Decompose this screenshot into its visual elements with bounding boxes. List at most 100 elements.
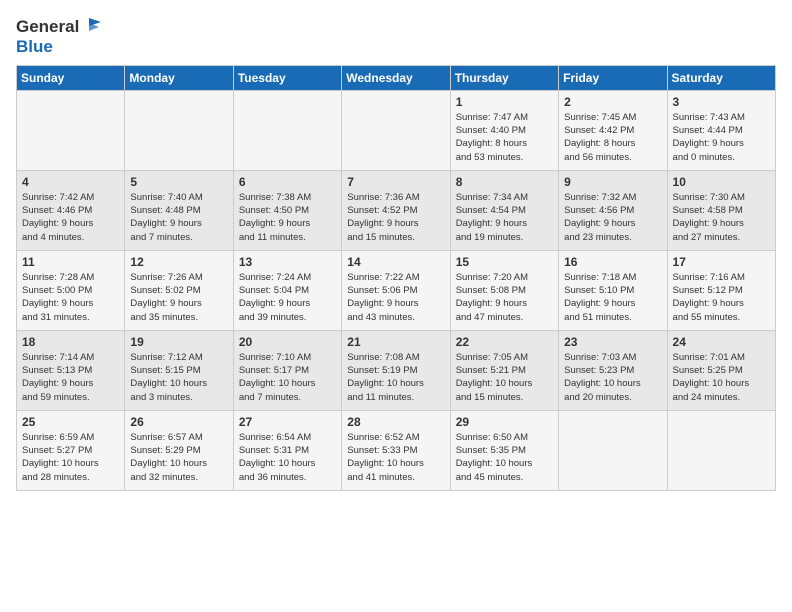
day-number: 28 <box>347 415 444 429</box>
day-number: 1 <box>456 95 553 109</box>
day-cell <box>342 90 450 170</box>
day-number: 24 <box>673 335 770 349</box>
day-info: Sunrise: 7:03 AM Sunset: 5:23 PM Dayligh… <box>564 351 661 404</box>
day-cell: 12Sunrise: 7:26 AM Sunset: 5:02 PM Dayli… <box>125 250 233 330</box>
day-cell: 29 Sunrise: 6:50 AM Sunset: 5:35 PM Dayli… <box>450 410 558 490</box>
day-header-wednesday: Wednesday <box>342 65 450 90</box>
day-info: Sunrise: 7:16 AM Sunset: 5:12 PM Dayligh… <box>673 271 770 324</box>
day-cell: 18 Sunrise: 7:14 AM Sunset: 5:13 PM Dayli… <box>17 330 125 410</box>
day-number: 20 <box>239 335 336 349</box>
day-number: 9 <box>564 175 661 189</box>
day-header-thursday: Thursday <box>450 65 558 90</box>
week-row-2: 4Sunrise: 7:42 AM Sunset: 4:46 PM Daylig… <box>17 170 776 250</box>
day-cell: 13 Sunrise: 7:24 AM Sunset: 5:04 PM Dayli… <box>233 250 341 330</box>
day-cell: 17 Sunrise: 7:16 AM Sunset: 5:12 PM Dayli… <box>667 250 775 330</box>
day-info: Sunrise: 7:34 AM Sunset: 4:54 PM Dayligh… <box>456 191 553 244</box>
day-info: Sunrise: 7:22 AM Sunset: 5:06 PM Dayligh… <box>347 271 444 324</box>
day-info: Sunrise: 7:18 AM Sunset: 5:10 PM Dayligh… <box>564 271 661 324</box>
day-info: Sunrise: 7:01 AM Sunset: 5:25 PM Dayligh… <box>673 351 770 404</box>
logo-text-blue: Blue <box>16 38 103 57</box>
week-row-5: 25 Sunrise: 6:59 AM Sunset: 5:27 PM Dayli… <box>17 410 776 490</box>
day-info: Sunrise: 7:32 AM Sunset: 4:56 PM Dayligh… <box>564 191 661 244</box>
day-number: 17 <box>673 255 770 269</box>
day-info: Sunrise: 7:14 AM Sunset: 5:13 PM Dayligh… <box>22 351 119 404</box>
calendar-table: SundayMondayTuesdayWednesdayThursdayFrid… <box>16 65 776 491</box>
logo-flag-icon <box>81 16 103 38</box>
day-header-monday: Monday <box>125 65 233 90</box>
day-cell: 22Sunrise: 7:05 AM Sunset: 5:21 PM Dayli… <box>450 330 558 410</box>
day-cell: 20 Sunrise: 7:10 AM Sunset: 5:17 PM Dayli… <box>233 330 341 410</box>
day-info: Sunrise: 7:20 AM Sunset: 5:08 PM Dayligh… <box>456 271 553 324</box>
day-cell: 15 Sunrise: 7:20 AM Sunset: 5:08 PM Dayli… <box>450 250 558 330</box>
day-info: Sunrise: 6:54 AM Sunset: 5:31 PM Dayligh… <box>239 431 336 484</box>
day-info: Sunrise: 6:59 AM Sunset: 5:27 PM Dayligh… <box>22 431 119 484</box>
day-cell: 26 Sunrise: 6:57 AM Sunset: 5:29 PM Dayli… <box>125 410 233 490</box>
day-number: 26 <box>130 415 227 429</box>
day-number: 13 <box>239 255 336 269</box>
day-number: 18 <box>22 335 119 349</box>
day-number: 21 <box>347 335 444 349</box>
day-cell <box>125 90 233 170</box>
week-row-1: 1Sunrise: 7:47 AM Sunset: 4:40 PM Daylig… <box>17 90 776 170</box>
day-number: 29 <box>456 415 553 429</box>
day-info: Sunrise: 7:10 AM Sunset: 5:17 PM Dayligh… <box>239 351 336 404</box>
header-row: SundayMondayTuesdayWednesdayThursdayFrid… <box>17 65 776 90</box>
day-number: 12 <box>130 255 227 269</box>
day-cell: 28Sunrise: 6:52 AM Sunset: 5:33 PM Dayli… <box>342 410 450 490</box>
day-cell: 10 Sunrise: 7:30 AM Sunset: 4:58 PM Dayli… <box>667 170 775 250</box>
day-cell: 19 Sunrise: 7:12 AM Sunset: 5:15 PM Dayli… <box>125 330 233 410</box>
day-cell: 4Sunrise: 7:42 AM Sunset: 4:46 PM Daylig… <box>17 170 125 250</box>
day-cell: 6 Sunrise: 7:38 AM Sunset: 4:50 PM Daylig… <box>233 170 341 250</box>
day-number: 5 <box>130 175 227 189</box>
day-cell: 24 Sunrise: 7:01 AM Sunset: 5:25 PM Dayli… <box>667 330 775 410</box>
day-header-sunday: Sunday <box>17 65 125 90</box>
day-info: Sunrise: 7:24 AM Sunset: 5:04 PM Dayligh… <box>239 271 336 324</box>
day-info: Sunrise: 6:50 AM Sunset: 5:35 PM Dayligh… <box>456 431 553 484</box>
day-cell: 23 Sunrise: 7:03 AM Sunset: 5:23 PM Dayli… <box>559 330 667 410</box>
day-number: 25 <box>22 415 119 429</box>
week-row-4: 18 Sunrise: 7:14 AM Sunset: 5:13 PM Dayli… <box>17 330 776 410</box>
day-info: Sunrise: 7:30 AM Sunset: 4:58 PM Dayligh… <box>673 191 770 244</box>
day-cell: 9 Sunrise: 7:32 AM Sunset: 4:56 PM Daylig… <box>559 170 667 250</box>
day-number: 19 <box>130 335 227 349</box>
day-cell: 14 Sunrise: 7:22 AM Sunset: 5:06 PM Dayli… <box>342 250 450 330</box>
day-cell: 8Sunrise: 7:34 AM Sunset: 4:54 PM Daylig… <box>450 170 558 250</box>
day-number: 4 <box>22 175 119 189</box>
day-number: 22 <box>456 335 553 349</box>
day-info: Sunrise: 7:40 AM Sunset: 4:48 PM Dayligh… <box>130 191 227 244</box>
page-header: General Blue <box>16 16 776 57</box>
day-cell: 21 Sunrise: 7:08 AM Sunset: 5:19 PM Dayli… <box>342 330 450 410</box>
day-header-friday: Friday <box>559 65 667 90</box>
day-info: Sunrise: 7:45 AM Sunset: 4:42 PM Dayligh… <box>564 111 661 164</box>
day-number: 16 <box>564 255 661 269</box>
day-info: Sunrise: 7:38 AM Sunset: 4:50 PM Dayligh… <box>239 191 336 244</box>
day-number: 27 <box>239 415 336 429</box>
day-cell: 25 Sunrise: 6:59 AM Sunset: 5:27 PM Dayli… <box>17 410 125 490</box>
day-cell <box>667 410 775 490</box>
day-header-saturday: Saturday <box>667 65 775 90</box>
day-number: 7 <box>347 175 444 189</box>
day-cell: 2 Sunrise: 7:45 AM Sunset: 4:42 PM Daylig… <box>559 90 667 170</box>
day-info: Sunrise: 6:57 AM Sunset: 5:29 PM Dayligh… <box>130 431 227 484</box>
day-number: 14 <box>347 255 444 269</box>
day-header-tuesday: Tuesday <box>233 65 341 90</box>
day-number: 15 <box>456 255 553 269</box>
day-cell: 16 Sunrise: 7:18 AM Sunset: 5:10 PM Dayli… <box>559 250 667 330</box>
logo: General Blue <box>16 16 103 57</box>
day-cell <box>233 90 341 170</box>
day-cell: 3 Sunrise: 7:43 AM Sunset: 4:44 PM Daylig… <box>667 90 775 170</box>
day-number: 3 <box>673 95 770 109</box>
day-number: 10 <box>673 175 770 189</box>
day-info: Sunrise: 7:28 AM Sunset: 5:00 PM Dayligh… <box>22 271 119 324</box>
day-number: 2 <box>564 95 661 109</box>
day-number: 23 <box>564 335 661 349</box>
day-info: Sunrise: 7:43 AM Sunset: 4:44 PM Dayligh… <box>673 111 770 164</box>
logo-text-general: General <box>16 18 79 37</box>
day-info: Sunrise: 7:36 AM Sunset: 4:52 PM Dayligh… <box>347 191 444 244</box>
day-number: 6 <box>239 175 336 189</box>
week-row-3: 11Sunrise: 7:28 AM Sunset: 5:00 PM Dayli… <box>17 250 776 330</box>
day-info: Sunrise: 7:12 AM Sunset: 5:15 PM Dayligh… <box>130 351 227 404</box>
day-cell: 1Sunrise: 7:47 AM Sunset: 4:40 PM Daylig… <box>450 90 558 170</box>
day-cell: 11Sunrise: 7:28 AM Sunset: 5:00 PM Dayli… <box>17 250 125 330</box>
day-info: Sunrise: 7:08 AM Sunset: 5:19 PM Dayligh… <box>347 351 444 404</box>
